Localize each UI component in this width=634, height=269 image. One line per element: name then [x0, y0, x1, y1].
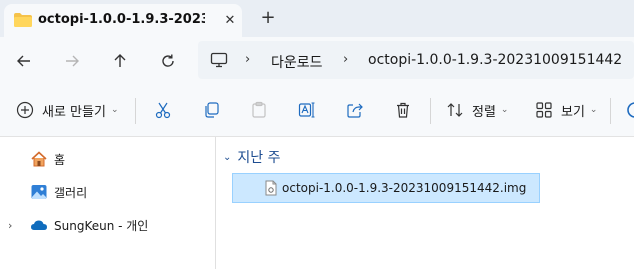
- more-options-button[interactable]: [626, 98, 634, 122]
- new-button[interactable]: 새로 만들기 ⌄: [16, 98, 118, 122]
- group-header[interactable]: ⌄ 지난 주: [223, 147, 280, 167]
- breadcrumb-current-folder[interactable]: octopi-1.0.0-1.9.3-20231009151442: [368, 52, 622, 68]
- refresh-icon: [162, 54, 174, 67]
- share-icon: [347, 103, 363, 118]
- back-button[interactable]: [12, 49, 36, 73]
- filter-icon: [627, 102, 634, 118]
- clipboard-icon: [252, 101, 266, 118]
- sidebar-item-onedrive[interactable]: SungKeun - 개인: [30, 213, 148, 237]
- this-pc-icon: [210, 52, 228, 68]
- file-item[interactable]: octopi-1.0.0-1.9.3-20231009151442.img: [232, 173, 540, 203]
- address-bar[interactable]: › 다운로드 › octopi-1.0.0-1.9.3-202310091514…: [198, 41, 634, 79]
- chevron-down-icon: ⌄: [110, 105, 119, 115]
- scissors-icon: [155, 102, 171, 119]
- breadcrumb-separator: ›: [245, 52, 251, 67]
- arrow-up-icon: [114, 54, 126, 67]
- breadcrumb-separator: ›: [343, 52, 349, 67]
- chevron-down-icon: ⌄: [223, 151, 232, 163]
- chevron-down-icon: ⌄: [589, 105, 598, 115]
- copy-button[interactable]: [202, 98, 220, 122]
- file-icon: [265, 180, 277, 196]
- tab-title: octopi-1.0.0-1.9.3-20231009151442.img: [38, 12, 205, 27]
- chevron-down-icon: ⌄: [500, 105, 509, 115]
- cloud-icon: [31, 220, 47, 230]
- expand-chevron-icon[interactable]: ›: [8, 219, 12, 232]
- file-list: ⌄ 지난 주 octopi-1.0.0-1.9.3-20231009151442…: [217, 137, 634, 269]
- view-button[interactable]: 보기 ⌄: [535, 98, 597, 122]
- toolbar-divider: [135, 98, 136, 124]
- new-button-label: 새로 만들기: [42, 104, 106, 120]
- forward-button[interactable]: [60, 49, 84, 73]
- rename-button[interactable]: [298, 98, 316, 122]
- grid-view-icon: [536, 102, 552, 118]
- sort-icon: [447, 103, 463, 117]
- command-bar: 새로 만들기 ⌄ 정렬 ⌄ 보기 ⌄: [0, 84, 634, 137]
- tab-strip: octopi-1.0.0-1.9.3-20231009151442.img ✕ …: [0, 0, 634, 37]
- close-tab-button[interactable]: ✕: [219, 10, 241, 32]
- toolbar-divider: [610, 98, 611, 124]
- toolbar-divider: [430, 98, 431, 124]
- plus-circle-icon: [16, 101, 34, 119]
- file-name: octopi-1.0.0-1.9.3-20231009151442.img: [282, 181, 527, 195]
- group-header-label: 지난 주: [237, 150, 281, 166]
- sidebar-item-label: 홈: [54, 152, 66, 167]
- cut-button[interactable]: [154, 98, 172, 122]
- share-button[interactable]: [346, 98, 364, 122]
- copy-icon: [205, 102, 219, 118]
- delete-button[interactable]: [394, 98, 412, 122]
- sidebar-item-label: 갤러리: [54, 185, 88, 200]
- sidebar-item-label: SungKeun - 개인: [54, 218, 149, 233]
- folder-icon: [14, 13, 32, 27]
- home-icon: [31, 151, 47, 167]
- arrow-right-icon: [66, 55, 79, 67]
- sort-button[interactable]: 정렬 ⌄: [446, 98, 508, 122]
- navigation-bar: › 다운로드 › octopi-1.0.0-1.9.3-202310091514…: [0, 37, 634, 84]
- sidebar-item-home[interactable]: 홈: [30, 147, 65, 171]
- view-button-label: 보기: [561, 104, 585, 120]
- rename-icon: [298, 102, 315, 118]
- new-tab-button[interactable]: +: [257, 7, 279, 29]
- arrow-left-icon: [17, 55, 30, 67]
- tab-active[interactable]: octopi-1.0.0-1.9.3-20231009151442.img ✕: [4, 4, 242, 37]
- up-button[interactable]: [108, 49, 132, 73]
- breadcrumb-downloads[interactable]: 다운로드: [271, 52, 323, 72]
- sidebar-item-gallery[interactable]: 갤러리: [30, 180, 87, 204]
- paste-button[interactable]: [250, 98, 268, 122]
- refresh-button[interactable]: [156, 49, 180, 73]
- sort-button-label: 정렬: [472, 104, 496, 120]
- trash-icon: [397, 102, 409, 118]
- gallery-icon: [31, 185, 47, 199]
- navigation-pane: 홈 갤러리 › SungKeun - 개인: [0, 137, 216, 269]
